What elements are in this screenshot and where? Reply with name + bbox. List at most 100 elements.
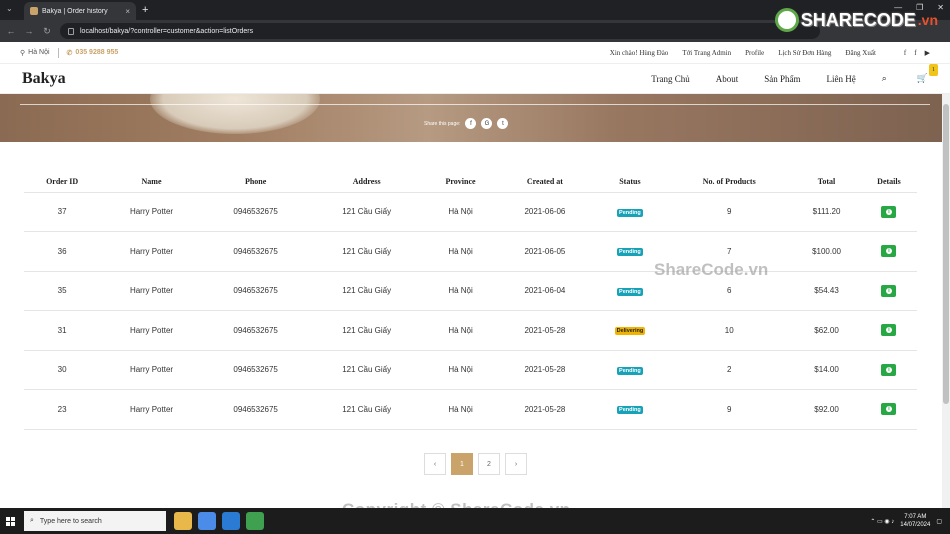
- sharecode-logo-text: SHARECODE: [800, 9, 916, 30]
- status-badge: Pending: [617, 406, 643, 415]
- app-icon[interactable]: [246, 512, 264, 530]
- province-cell: Hà Nội: [424, 271, 497, 311]
- name-cell: Harry Potter: [100, 310, 203, 351]
- page-scrollbar[interactable]: [942, 94, 950, 508]
- details-button[interactable]: i: [881, 403, 897, 416]
- facebook-icon[interactable]: f: [904, 49, 906, 57]
- main-content: Order ID Name Phone Address Province Cre…: [0, 142, 950, 519]
- status-cell: Pending: [593, 350, 667, 390]
- status-cell: Delivering: [593, 310, 667, 351]
- header-province: Province: [424, 172, 497, 193]
- address-cell: 121 Cầu Giấy: [308, 271, 425, 311]
- cart-icon[interactable]: 🛒 1: [917, 64, 938, 84]
- share-twitter-icon[interactable]: t: [497, 118, 509, 129]
- address-bar[interactable]: localhost/bakya/?controller=customer&act…: [60, 23, 820, 39]
- sharecode-logo: SHARECODE .vn: [774, 8, 938, 32]
- browser-tab[interactable]: Bakya | Order history ×: [24, 2, 136, 20]
- share-facebook-icon[interactable]: f: [465, 118, 477, 129]
- status-badge: Pending: [617, 208, 643, 217]
- header-order-id: Order ID: [24, 172, 101, 193]
- back-icon[interactable]: ←: [6, 26, 16, 36]
- logout-link[interactable]: Đăng Xuất: [845, 49, 876, 57]
- nav-item-about[interactable]: About: [716, 74, 739, 84]
- total-cell: $111.20: [792, 192, 861, 232]
- phone-text: 035 9288 955: [75, 48, 119, 56]
- total-cell: $100.00: [792, 231, 861, 272]
- created-cell: 2021-06-04: [496, 271, 594, 311]
- tab-close-icon[interactable]: ×: [125, 7, 130, 16]
- info-icon: i: [885, 406, 892, 413]
- order-history-link[interactable]: Lịch Sử Đơn Hàng: [778, 49, 831, 57]
- prev-page-button[interactable]: ‹: [424, 453, 446, 475]
- page-2-button[interactable]: 2: [478, 453, 500, 475]
- info-icon: i: [885, 208, 892, 215]
- total-cell: $62.00: [792, 310, 861, 351]
- taskbar-search[interactable]: ⌕ Type here to search: [24, 511, 166, 531]
- site-logo[interactable]: Bakya: [22, 70, 66, 88]
- order-id-cell: 35: [24, 271, 101, 311]
- new-tab-button[interactable]: +: [142, 4, 148, 16]
- header-status: Status: [593, 172, 667, 193]
- clock[interactable]: 7:07 AM 14/07/2024: [900, 513, 930, 529]
- notification-icon[interactable]: ▢: [936, 518, 942, 525]
- next-page-button[interactable]: ›: [505, 453, 527, 475]
- details-button[interactable]: i: [881, 205, 897, 218]
- created-cell: 2021-05-28: [496, 350, 594, 390]
- close-window-icon[interactable]: ✕: [937, 3, 944, 12]
- reload-icon[interactable]: ↻: [42, 26, 52, 37]
- windows-start-icon[interactable]: [0, 516, 20, 526]
- table-row: 35 Harry Potter 0946532675 121 Cầu Giấy Hà N…: [24, 271, 917, 311]
- search-icon[interactable]: ⌕: [882, 73, 887, 84]
- phone-icon: ✆: [66, 49, 73, 57]
- clock-date: 14/07/2024: [900, 522, 931, 528]
- scrollbar-thumb[interactable]: [943, 104, 949, 404]
- facebook-icon-2[interactable]: f: [914, 49, 916, 57]
- nav-item-contact[interactable]: Liên Hệ: [826, 74, 855, 84]
- share-label: Share this page:: [424, 120, 461, 127]
- table-row: 36 Harry Potter 0946532675 121 Cầu Giấy Hà N…: [24, 231, 917, 272]
- profile-link[interactable]: Profile: [745, 49, 764, 57]
- sharecode-logo-suffix: .vn: [917, 12, 938, 28]
- tray-icons[interactable]: ⌃ ▭ ◉ ♪: [870, 518, 894, 525]
- forward-icon[interactable]: →: [24, 26, 34, 36]
- account-links: Xin chào! Hùng Đào Tới Trang Admin Profi…: [610, 49, 930, 57]
- phone-cell: 0946532675: [202, 231, 309, 272]
- name-cell: Harry Potter: [100, 350, 203, 390]
- sharecode-logo-icon: [774, 8, 799, 32]
- status-cell: Pending: [593, 389, 667, 430]
- phone-cell: 0946532675: [202, 350, 309, 390]
- details-button[interactable]: i: [881, 284, 897, 297]
- vscode-icon[interactable]: [222, 512, 240, 530]
- nav-item-home[interactable]: Trang Chủ: [651, 74, 689, 84]
- phone-cell: 0946532675: [202, 310, 309, 351]
- details-cell: i: [860, 271, 917, 311]
- details-button[interactable]: i: [881, 363, 897, 376]
- tab-search-icon[interactable]: ⌄: [6, 4, 13, 13]
- greeting-text: Xin chào! Hùng Đào: [609, 48, 669, 57]
- file-explorer-icon[interactable]: [174, 512, 192, 530]
- banner-divider: [20, 104, 930, 105]
- table-row: 23 Harry Potter 0946532675 121 Cầu Giấy Hà N…: [24, 389, 917, 430]
- nav-item-products[interactable]: Sản Phẩm: [764, 74, 800, 84]
- header-address: Address: [308, 172, 425, 193]
- product-count-cell: 9: [666, 192, 793, 232]
- site-info-icon[interactable]: [68, 27, 74, 35]
- details-button[interactable]: i: [881, 245, 897, 258]
- admin-link[interactable]: Tới Trang Admin: [682, 49, 731, 57]
- address-cell: 121 Cầu Giấy: [308, 389, 425, 430]
- status-cell: Pending: [593, 192, 667, 232]
- youtube-icon[interactable]: ▶: [925, 49, 930, 57]
- details-button[interactable]: i: [881, 324, 897, 337]
- chrome-icon[interactable]: [198, 512, 216, 530]
- taskbar-search-placeholder: Type here to search: [39, 517, 102, 525]
- windows-taskbar: ⌕ Type here to search ⌃ ▭ ◉ ♪ 7:07 AM 14…: [0, 508, 950, 534]
- province-cell: Hà Nội: [424, 310, 497, 351]
- divider: [57, 47, 59, 58]
- status-badge: Delivering: [614, 327, 646, 336]
- social-links: f f ▶: [904, 49, 930, 57]
- page-1-button[interactable]: 1: [451, 453, 473, 475]
- product-count-cell: 10: [666, 310, 793, 351]
- share-google-icon[interactable]: G: [481, 118, 493, 129]
- name-cell: Harry Potter: [100, 389, 203, 430]
- name-cell: Harry Potter: [100, 271, 203, 311]
